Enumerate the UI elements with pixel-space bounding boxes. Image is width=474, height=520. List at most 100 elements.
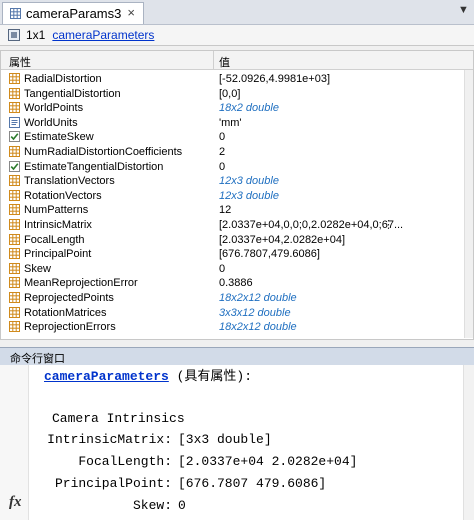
column-header-property[interactable]: 属性 xyxy=(9,54,31,70)
text-icon xyxy=(9,116,20,128)
command-window[interactable]: fx cameraParameters (具有属性): Camera Intri… xyxy=(0,365,474,520)
grid-icon xyxy=(9,189,20,201)
property-name: Skew xyxy=(24,262,51,275)
property-value[interactable]: [2.0337e+04,0,0;0,2.0282e+04,0;67... xyxy=(219,218,403,233)
table-row[interactable]: RotationVectors 12x3 double xyxy=(1,189,473,204)
property-value[interactable]: 0.3886 xyxy=(219,276,253,291)
table-row[interactable]: EstimateTangentialDistortion 0 xyxy=(1,160,473,175)
property-value[interactable]: 12 xyxy=(219,203,231,218)
property-value: [3x3 double] xyxy=(178,432,272,447)
property-name: ReprojectionErrors xyxy=(24,321,116,334)
command-window-title: 命令行窗口 xyxy=(10,353,65,365)
property-value[interactable]: 12x3 double xyxy=(219,189,279,204)
property-value[interactable]: 18x2 double xyxy=(219,101,279,116)
grid-icon xyxy=(9,262,20,274)
grid-icon xyxy=(9,87,20,99)
property-value[interactable]: 18x2x12 double xyxy=(219,291,297,306)
tab-label: cameraParams3 xyxy=(26,6,122,21)
class-link[interactable]: cameraParameters xyxy=(44,369,169,384)
property-name: EstimateTangentialDistortion xyxy=(24,160,164,173)
property-name: WorldUnits xyxy=(24,116,78,129)
table-row[interactable]: FocalLength [2.0337e+04,2.0282e+04] xyxy=(1,233,473,248)
column-header-value[interactable]: 值 xyxy=(219,54,230,70)
property-value: 0 xyxy=(178,498,186,513)
table-row[interactable]: ReprojectedPoints 18x2x12 double xyxy=(1,291,473,306)
variable-editor-tabstrip: cameraParams3 × ▼ xyxy=(0,0,474,25)
table-row[interactable]: NumPatterns 12 xyxy=(1,203,473,218)
check-icon xyxy=(9,131,20,143)
table-row[interactable]: IntrinsicMatrix [2.0337e+04,0,0;0,2.0282e… xyxy=(1,218,473,233)
property-name: RotationMatrices xyxy=(24,306,107,319)
property-name: FocalLength xyxy=(24,233,85,246)
grid-icon xyxy=(9,73,20,84)
class-suffix: (具有属性): xyxy=(168,369,253,384)
class-header-line: cameraParameters (具有属性): xyxy=(44,369,252,385)
property-name: NumRadialDistortionCoefficients xyxy=(24,145,183,158)
grid-icon xyxy=(9,306,20,318)
vertical-scrollbar[interactable] xyxy=(464,70,473,338)
grid-icon xyxy=(9,291,20,303)
property-name: TangentialDistortion xyxy=(24,87,121,100)
property-name: PrincipalPoint xyxy=(24,248,92,261)
table-row[interactable]: MeanReprojectionError 0.3886 xyxy=(1,276,473,291)
property-value[interactable]: [0,0] xyxy=(219,87,240,102)
property-name: WorldPoints xyxy=(24,102,84,115)
grid-icon xyxy=(9,218,20,230)
table-row[interactable]: RotationMatrices 3x3x12 double xyxy=(1,306,473,321)
property-label: IntrinsicMatrix: xyxy=(47,432,172,447)
table-row[interactable]: ReprojectionErrors 18x2x12 double xyxy=(1,320,473,335)
property-value[interactable]: 0 xyxy=(219,262,225,277)
property-name: EstimateSkew xyxy=(24,131,94,144)
property-name: TranslationVectors xyxy=(24,175,115,188)
property-name: MeanReprojectionError xyxy=(24,277,138,290)
table-row[interactable]: TranslationVectors 12x3 double xyxy=(1,174,473,189)
property-label: Skew: xyxy=(132,498,172,513)
chevron-down-icon[interactable]: ▼ xyxy=(458,4,469,16)
table-row[interactable]: TangentialDistortion [0,0] xyxy=(1,87,473,102)
property-value: [2.0337e+04 2.0282e+04] xyxy=(178,454,358,469)
property-value[interactable]: 'mm' xyxy=(219,116,242,131)
property-name: NumPatterns xyxy=(24,204,89,217)
property-value[interactable]: 0 xyxy=(219,130,225,145)
property-value[interactable]: 18x2x12 double xyxy=(219,320,297,335)
table-row[interactable]: NumRadialDistortionCoefficients 2 xyxy=(1,145,473,160)
property-name: RadialDistortion xyxy=(24,73,102,85)
class-name-link[interactable]: cameraParameters xyxy=(52,28,154,42)
grid-icon xyxy=(9,175,20,187)
variable-info-bar: 1x1 cameraParameters xyxy=(0,25,474,46)
grid-icon xyxy=(9,204,20,216)
property-name: RotationVectors xyxy=(24,189,102,202)
grid-icon xyxy=(9,145,20,157)
section-heading: Camera Intrinsics xyxy=(52,411,185,426)
close-icon[interactable]: × xyxy=(127,5,135,20)
column-divider[interactable] xyxy=(213,51,214,69)
property-value[interactable]: 2 xyxy=(219,145,225,160)
property-label: FocalLength: xyxy=(78,454,172,469)
table-row[interactable]: EstimateSkew 0 xyxy=(1,130,473,145)
tab-cameraParams3[interactable]: cameraParams3 × xyxy=(2,2,144,24)
property-value[interactable]: 12x3 double xyxy=(219,174,279,189)
property-value[interactable]: [676.7807,479.6086] xyxy=(219,247,320,262)
table-row[interactable]: Skew 0 xyxy=(1,262,473,277)
property-value: [676.7807 479.6086] xyxy=(178,476,327,491)
property-value[interactable]: 0 xyxy=(219,160,225,175)
grid-icon xyxy=(9,233,20,245)
table-row[interactable]: PrincipalPoint [676.7807,479.6086] xyxy=(1,247,473,262)
property-value[interactable]: [2.0337e+04,2.0282e+04] xyxy=(219,233,345,248)
property-value[interactable]: [-52.0926,4.9981e+03] xyxy=(219,72,330,87)
variable-size: 1x1 xyxy=(26,28,46,42)
grid-icon xyxy=(9,102,20,114)
table-row[interactable]: RadialDistortion [-52.0926,4.9981e+03] xyxy=(1,72,473,87)
cell-menu-icon[interactable]: ⋮ xyxy=(383,218,394,233)
grid-icon xyxy=(9,321,20,333)
property-name: IntrinsicMatrix xyxy=(24,218,92,231)
table-header: 属性 值 xyxy=(1,51,473,70)
property-value[interactable]: 3x3x12 double xyxy=(219,306,291,321)
property-label: PrincipalPoint: xyxy=(54,476,172,491)
property-name: ReprojectedPoints xyxy=(24,291,114,304)
grid-icon xyxy=(10,8,21,19)
table-row[interactable]: WorldPoints 18x2 double xyxy=(1,101,473,116)
object-icon xyxy=(8,29,20,41)
table-row[interactable]: WorldUnits 'mm' xyxy=(1,116,473,131)
command-window-scrollbar[interactable] xyxy=(463,365,474,520)
